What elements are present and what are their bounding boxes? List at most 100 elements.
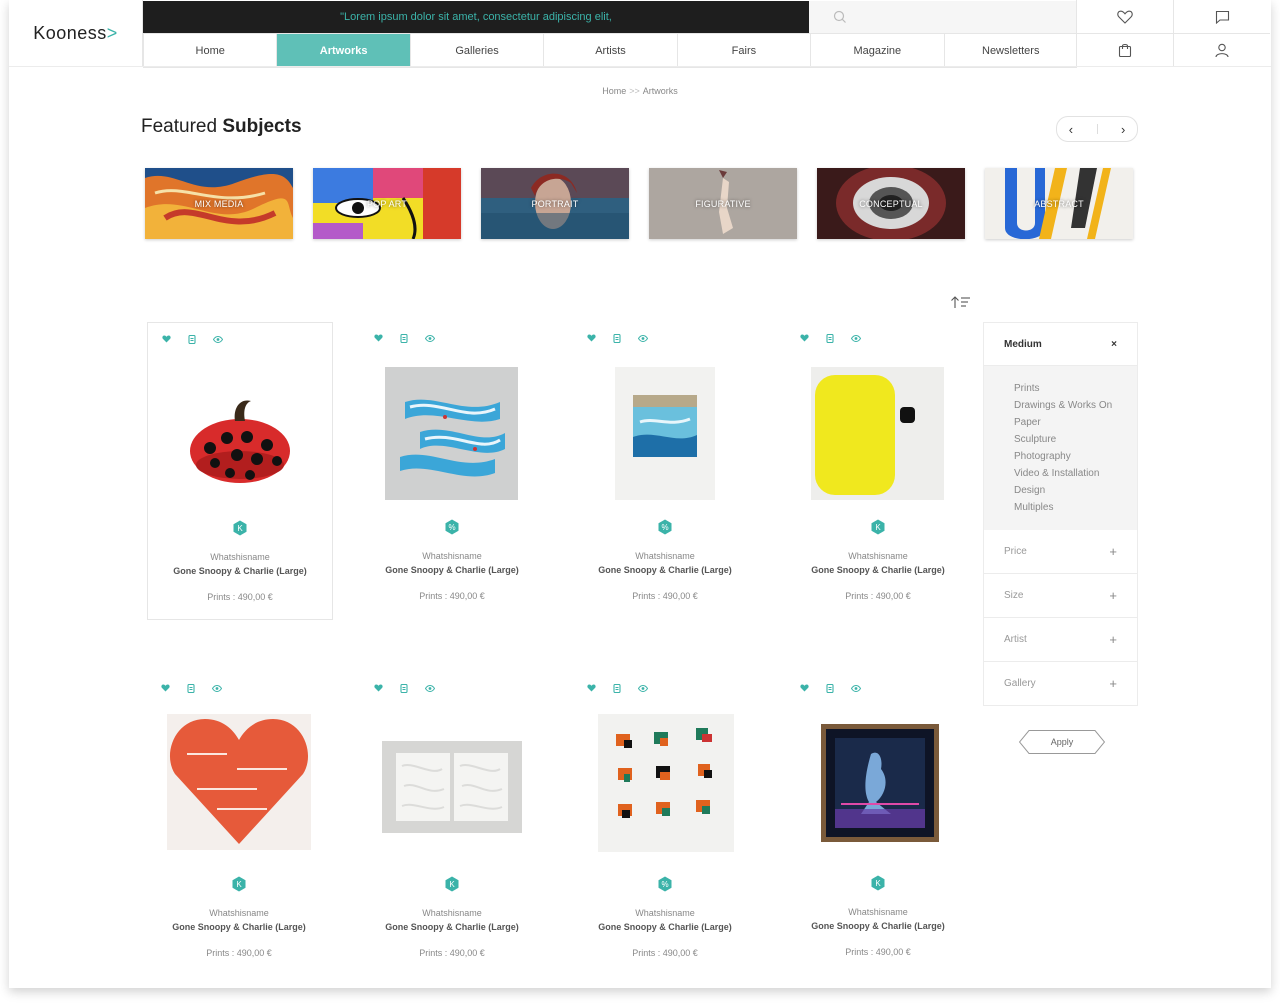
medium-option[interactable]: Prints — [1014, 380, 1137, 397]
heart-icon[interactable] — [798, 682, 810, 694]
medium-option[interactable]: Paper — [1014, 414, 1137, 431]
document-icon[interactable] — [611, 682, 623, 694]
logo[interactable]: Kooness> — [9, 0, 142, 66]
document-icon[interactable] — [398, 682, 410, 694]
medium-option[interactable]: Design — [1014, 482, 1137, 499]
subject-tile-mix-media[interactable]: MIX MEDIA — [145, 168, 293, 239]
nav-fairs[interactable]: Fairs — [676, 34, 810, 67]
carousel-next-button[interactable]: › — [1121, 122, 1125, 137]
eye-icon[interactable] — [850, 332, 862, 344]
artwork-card[interactable]: % Whatshisname Gone Snoopy & Charlie (La… — [573, 672, 757, 968]
document-icon[interactable] — [824, 332, 836, 344]
plus-icon[interactable]: + — [1109, 676, 1117, 691]
filter-gallery[interactable]: Gallery + — [983, 662, 1138, 706]
subject-tile-abstract[interactable]: ABSTRACT — [985, 168, 1133, 239]
heart-icon[interactable] — [585, 682, 597, 694]
nav-magazine[interactable]: Magazine — [810, 34, 943, 67]
filter-price[interactable]: Price + — [983, 530, 1138, 574]
artwork-artist[interactable]: Whatshisname — [786, 551, 970, 561]
plus-icon[interactable]: + — [1109, 544, 1117, 559]
apply-label: Apply — [1050, 737, 1074, 747]
nav-artworks[interactable]: Artworks — [276, 34, 410, 67]
artwork-title[interactable]: Gone Snoopy & Charlie (Large) — [786, 565, 970, 575]
artwork-artist[interactable]: Whatshisname — [573, 908, 757, 918]
heart-icon[interactable] — [160, 333, 172, 345]
eye-icon[interactable] — [211, 682, 223, 694]
wishlist-button[interactable] — [1076, 0, 1173, 33]
medium-option[interactable]: Multiples — [1014, 499, 1137, 516]
subject-tile-portrait[interactable]: PORTRAIT — [481, 168, 629, 239]
artwork-title[interactable]: Gone Snoopy & Charlie (Large) — [573, 565, 757, 575]
artwork-title[interactable]: Gone Snoopy & Charlie (Large) — [786, 921, 970, 931]
close-icon[interactable]: × — [1111, 339, 1117, 350]
subject-tile-figurative[interactable]: FIGURATIVE — [649, 168, 797, 239]
nav-artists[interactable]: Artists — [543, 34, 676, 67]
heart-icon[interactable] — [585, 332, 597, 344]
plus-icon[interactable]: + — [1109, 632, 1117, 647]
cart-button[interactable] — [1076, 33, 1173, 67]
subject-tile-conceptual[interactable]: CONCEPTUAL — [817, 168, 965, 239]
heart-icon[interactable] — [372, 682, 384, 694]
artwork-artist[interactable]: Whatshisname — [147, 908, 331, 918]
carousel-controls: ‹ › — [1056, 116, 1138, 142]
carousel-prev-button[interactable]: ‹ — [1069, 122, 1073, 137]
artwork-image — [811, 367, 944, 500]
eye-icon[interactable] — [424, 682, 436, 694]
artwork-title[interactable]: Gone Snoopy & Charlie (Large) — [360, 565, 544, 575]
artwork-price: Prints : 490,00 € — [207, 592, 273, 602]
eye-icon[interactable] — [637, 332, 649, 344]
artwork-title[interactable]: Gone Snoopy & Charlie (Large) — [573, 922, 757, 932]
heart-icon[interactable] — [372, 332, 384, 344]
medium-option[interactable]: Sculpture — [1014, 431, 1137, 448]
artwork-image — [615, 367, 715, 500]
nav-newsletters[interactable]: Newsletters — [943, 34, 1077, 67]
document-icon[interactable] — [824, 682, 836, 694]
eye-icon[interactable] — [850, 682, 862, 694]
artwork-title[interactable]: Gone Snoopy & Charlie (Large) — [148, 566, 332, 576]
artwork-card[interactable]: % Whatshisname Gone Snoopy & Charlie (La… — [573, 322, 757, 618]
artwork-card[interactable]: K Whatshisname Gone Snoopy & Charlie (La… — [786, 322, 970, 618]
filter-size[interactable]: Size + — [983, 574, 1138, 618]
apply-button[interactable]: Apply — [1018, 730, 1106, 754]
plus-icon[interactable]: + — [1109, 588, 1117, 603]
filter-medium-header[interactable]: Medium × — [983, 322, 1138, 366]
document-icon[interactable] — [185, 682, 197, 694]
filter-artist[interactable]: Artist + — [983, 618, 1138, 662]
filter-label: Price — [1004, 546, 1027, 557]
artwork-badge-icon: % — [445, 519, 459, 535]
artwork-artist[interactable]: Whatshisname — [786, 907, 970, 917]
artwork-card[interactable]: K Whatshisname Gone Snoopy & Charlie (La… — [360, 672, 544, 968]
sort-icon[interactable] — [950, 295, 972, 309]
subject-tile-pop-art[interactable]: POP ART — [313, 168, 461, 239]
nav-home[interactable]: Home — [143, 34, 276, 67]
search-input[interactable] — [809, 1, 1076, 34]
eye-icon[interactable] — [637, 682, 649, 694]
artwork-artist[interactable]: Whatshisname — [360, 908, 544, 918]
artwork-artist[interactable]: Whatshisname — [148, 552, 332, 562]
artwork-title[interactable]: Gone Snoopy & Charlie (Large) — [360, 922, 544, 932]
messages-button[interactable] — [1173, 0, 1270, 33]
document-icon[interactable] — [398, 332, 410, 344]
nav-galleries[interactable]: Galleries — [409, 34, 543, 67]
artwork-price: Prints : 490,00 € — [845, 947, 911, 957]
medium-option[interactable]: Drawings & Works On — [1014, 397, 1137, 414]
artwork-card[interactable]: K Whatshisname Gone Snoopy & Charlie (La… — [147, 322, 333, 620]
artwork-card[interactable]: K Whatshisname Gone Snoopy & Charlie (La… — [147, 672, 331, 968]
document-icon[interactable] — [611, 332, 623, 344]
artwork-image — [167, 714, 311, 850]
artwork-artist[interactable]: Whatshisname — [573, 551, 757, 561]
account-button[interactable] — [1173, 33, 1270, 67]
artwork-title[interactable]: Gone Snoopy & Charlie (Large) — [147, 922, 331, 932]
artwork-card[interactable]: K Whatshisname Gone Snoopy & Charlie (La… — [786, 672, 970, 968]
medium-option[interactable]: Photography — [1014, 448, 1137, 465]
eye-icon[interactable] — [212, 333, 224, 345]
document-icon[interactable] — [186, 333, 198, 345]
artwork-artist[interactable]: Whatshisname — [360, 551, 544, 561]
artwork-price: Prints : 490,00 € — [632, 591, 698, 601]
eye-icon[interactable] — [424, 332, 436, 344]
artwork-card[interactable]: % Whatshisname Gone Snoopy & Charlie (La… — [360, 322, 544, 618]
heart-icon[interactable] — [159, 682, 171, 694]
medium-option[interactable]: Video & Installation — [1014, 465, 1137, 482]
heart-icon[interactable] — [798, 332, 810, 344]
breadcrumb-home[interactable]: Home — [602, 86, 626, 96]
